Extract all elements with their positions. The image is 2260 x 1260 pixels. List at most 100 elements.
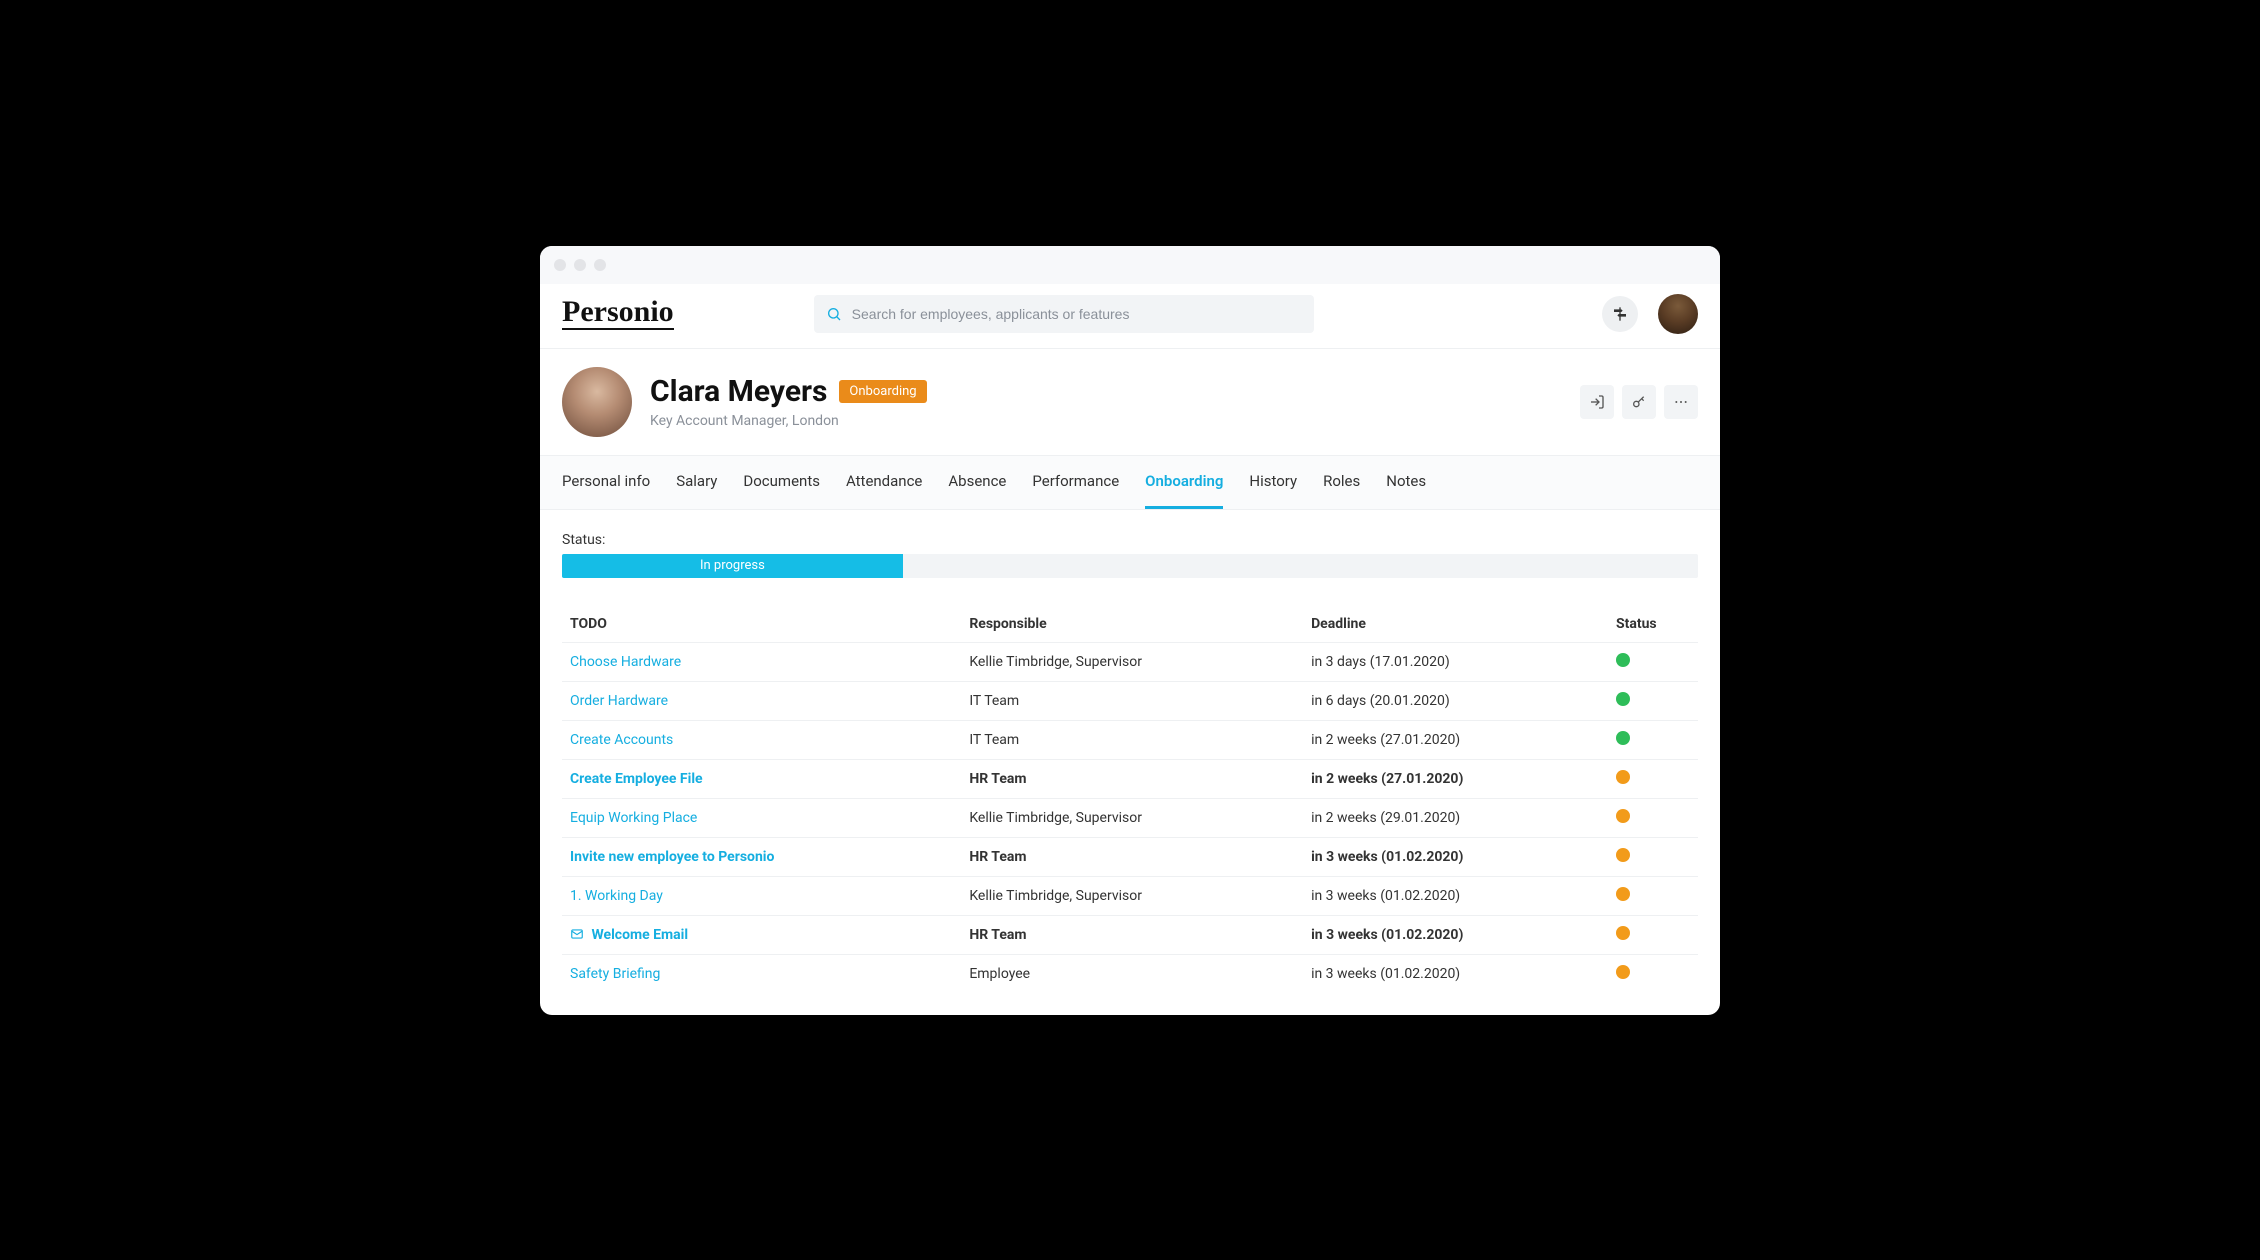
responsible-cell: HR Team <box>961 915 1303 954</box>
tab-roles[interactable]: Roles <box>1323 456 1360 509</box>
deadline-cell: in 3 weeks (01.02.2020) <box>1303 915 1608 954</box>
status-cell <box>1608 681 1698 720</box>
progress-bar: In progress <box>562 554 1698 578</box>
deadline-cell: in 2 weeks (27.01.2020) <box>1303 720 1608 759</box>
employee-subtitle: Key Account Manager, London <box>650 413 927 429</box>
responsible-cell: HR Team <box>961 837 1303 876</box>
user-avatar[interactable] <box>1658 294 1698 334</box>
deadline-cell: in 3 weeks (01.02.2020) <box>1303 954 1608 993</box>
profile-info: Clara Meyers Onboarding Key Account Mana… <box>650 374 927 429</box>
status-cell <box>1608 798 1698 837</box>
table-row: Welcome EmailHR Teamin 3 weeks (01.02.20… <box>562 915 1698 954</box>
table-row: Create AccountsIT Teamin 2 weeks (27.01.… <box>562 720 1698 759</box>
table-row: Order HardwareIT Teamin 6 days (20.01.20… <box>562 681 1698 720</box>
responsible-cell: Kellie Timbridge, Supervisor <box>961 642 1303 681</box>
status-dot-icon <box>1616 809 1630 823</box>
status-dot-icon <box>1616 965 1630 979</box>
col-deadline: Deadline <box>1303 606 1608 643</box>
status-dot-icon <box>1616 653 1630 667</box>
status-dot-icon <box>1616 926 1630 940</box>
more-button[interactable] <box>1664 385 1698 419</box>
tab-performance[interactable]: Performance <box>1032 456 1119 509</box>
window-dot[interactable] <box>554 259 566 271</box>
employee-name: Clara Meyers <box>650 374 827 409</box>
tab-onboarding[interactable]: Onboarding <box>1145 456 1223 509</box>
status-cell <box>1608 915 1698 954</box>
col-responsible: Responsible <box>961 606 1303 643</box>
search-input[interactable] <box>852 306 1302 322</box>
tab-history[interactable]: History <box>1249 456 1297 509</box>
status-dot-icon <box>1616 770 1630 784</box>
responsible-cell: Employee <box>961 954 1303 993</box>
todo-link[interactable]: Welcome Email <box>562 915 961 954</box>
mail-icon <box>570 927 584 941</box>
status-cell <box>1608 759 1698 798</box>
status-dot-icon <box>1616 692 1630 706</box>
app-window: Personio Clara Meyers Onboarding Key Acc… <box>540 246 1720 1015</box>
todo-link[interactable]: Choose Hardware <box>562 642 961 681</box>
profile-header: Clara Meyers Onboarding Key Account Mana… <box>540 349 1720 455</box>
deadline-cell: in 3 days (17.01.2020) <box>1303 642 1608 681</box>
tab-personal-info[interactable]: Personal info <box>562 456 650 509</box>
status-dot-icon <box>1616 731 1630 745</box>
responsible-cell: Kellie Timbridge, Supervisor <box>961 876 1303 915</box>
todo-link[interactable]: Safety Briefing <box>562 954 961 993</box>
tab-salary[interactable]: Salary <box>676 456 717 509</box>
deadline-cell: in 3 weeks (01.02.2020) <box>1303 876 1608 915</box>
table-row: Choose HardwareKellie Timbridge, Supervi… <box>562 642 1698 681</box>
login-icon <box>1589 394 1605 410</box>
enter-button[interactable] <box>1580 385 1614 419</box>
status-dot-icon <box>1616 848 1630 862</box>
profile-actions <box>1580 385 1698 419</box>
window-dot[interactable] <box>594 259 606 271</box>
status-label: Status: <box>562 532 1698 548</box>
deadline-cell: in 3 weeks (01.02.2020) <box>1303 837 1608 876</box>
status-dot-icon <box>1616 887 1630 901</box>
search-box[interactable] <box>814 295 1314 333</box>
tab-documents[interactable]: Documents <box>743 456 820 509</box>
tabs: Personal info Salary Documents Attendance Ab… <box>540 455 1720 510</box>
search-icon <box>826 306 842 322</box>
table-row: 1. Working DayKellie Timbridge, Supervis… <box>562 876 1698 915</box>
responsible-cell: HR Team <box>961 759 1303 798</box>
status-cell <box>1608 642 1698 681</box>
table-row: Safety BriefingEmployeein 3 weeks (01.02… <box>562 954 1698 993</box>
responsible-cell: IT Team <box>961 681 1303 720</box>
todo-link[interactable]: Create Accounts <box>562 720 961 759</box>
deadline-cell: in 6 days (20.01.2020) <box>1303 681 1608 720</box>
todo-link[interactable]: Order Hardware <box>562 681 961 720</box>
deadline-cell: in 2 weeks (27.01.2020) <box>1303 759 1608 798</box>
tab-notes[interactable]: Notes <box>1386 456 1426 509</box>
directions-button[interactable] <box>1602 296 1638 332</box>
todo-link[interactable]: Equip Working Place <box>562 798 961 837</box>
dots-icon <box>1673 394 1689 410</box>
window-dot[interactable] <box>574 259 586 271</box>
progress-fill: In progress <box>562 554 903 578</box>
tab-attendance[interactable]: Attendance <box>846 456 922 509</box>
window-titlebar <box>540 246 1720 284</box>
employee-avatar[interactable] <box>562 367 632 437</box>
col-status: Status <box>1608 606 1698 643</box>
table-row: Create Employee FileHR Teamin 2 weeks (2… <box>562 759 1698 798</box>
todo-link[interactable]: Create Employee File <box>562 759 961 798</box>
tab-absence[interactable]: Absence <box>948 456 1006 509</box>
status-badge: Onboarding <box>839 380 926 403</box>
table-row: Equip Working PlaceKellie Timbridge, Sup… <box>562 798 1698 837</box>
status-cell <box>1608 720 1698 759</box>
topbar: Personio <box>540 284 1720 349</box>
col-todo: TODO <box>562 606 961 643</box>
todo-link[interactable]: Invite new employee to Personio <box>562 837 961 876</box>
key-icon <box>1631 394 1647 410</box>
signpost-icon <box>1612 306 1628 322</box>
todo-link[interactable]: 1. Working Day <box>562 876 961 915</box>
responsible-cell: Kellie Timbridge, Supervisor <box>961 798 1303 837</box>
status-cell <box>1608 876 1698 915</box>
progress-text: In progress <box>700 558 765 573</box>
brand-logo[interactable]: Personio <box>562 297 674 330</box>
content: Status: In progress TODO Responsible Dea… <box>540 510 1720 1015</box>
responsible-cell: IT Team <box>961 720 1303 759</box>
deadline-cell: in 2 weeks (29.01.2020) <box>1303 798 1608 837</box>
key-button[interactable] <box>1622 385 1656 419</box>
table-row: Invite new employee to PersonioHR Teamin… <box>562 837 1698 876</box>
status-cell <box>1608 954 1698 993</box>
